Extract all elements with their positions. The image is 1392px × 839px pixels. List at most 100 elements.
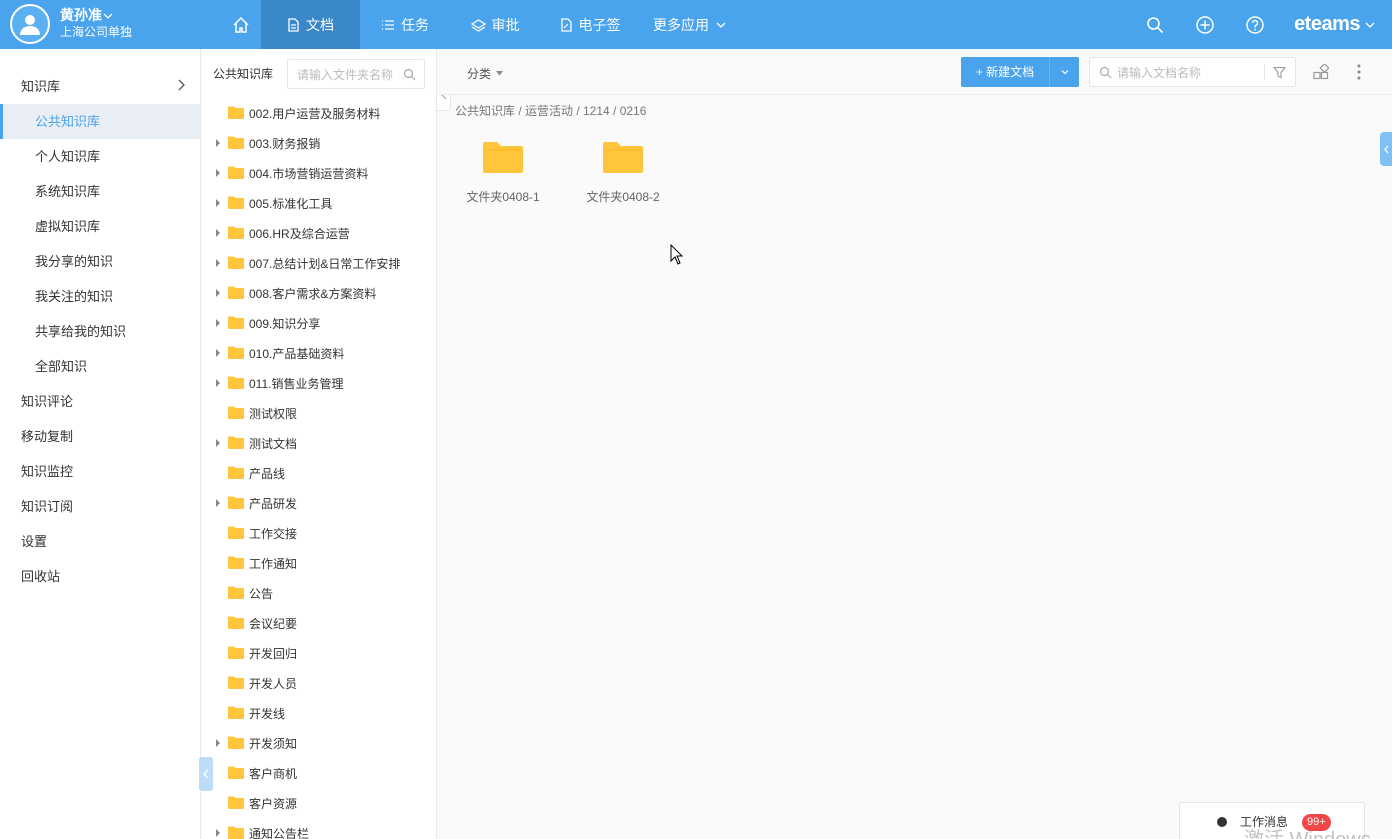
collapse-sidebar-button[interactable] (199, 757, 213, 791)
tree-folder-item[interactable]: 005.标准化工具 (201, 188, 437, 218)
tree-folder-item[interactable]: 客户商机 (201, 758, 437, 788)
sidebar-item-my-shared[interactable]: 我分享的知识 (0, 244, 200, 279)
expand-caret-icon[interactable] (216, 259, 220, 267)
sidebar-item-label: 移动复制 (21, 429, 74, 444)
tree-folder-item[interactable]: 011.销售业务管理 (201, 368, 437, 398)
expand-caret-icon[interactable] (216, 829, 220, 837)
tree-folder-item[interactable]: 公告 (201, 578, 437, 608)
expand-caret-icon[interactable] (216, 319, 220, 327)
folder-item[interactable]: 文件夹0408-2 (575, 140, 671, 205)
tree-folder-item[interactable]: 产品研发 (201, 488, 437, 518)
expand-caret-icon[interactable] (216, 169, 220, 177)
tree-folder-item[interactable]: 测试文档 (201, 428, 437, 458)
sidebar-item-move-copy[interactable]: 移动复制 (0, 419, 200, 454)
nav-more-apps[interactable]: 更多应用 (640, 0, 740, 49)
main-toolbar: 分类 + 新建文档 请输入文档名称 (437, 49, 1392, 95)
tree-folder-label: 011.销售业务管理 (249, 376, 344, 391)
new-document-dropdown[interactable] (1050, 67, 1079, 77)
tree-folder-item[interactable]: 工作交接 (201, 518, 437, 548)
tree-folder-label: 客户资源 (249, 796, 298, 811)
folder-tree-panel: 公共知识库 请输入文件夹名称 002.用户运营及服务材料 003.财务报销 004.… (201, 49, 437, 839)
caret-down-icon (496, 71, 504, 76)
expand-caret-icon[interactable] (216, 499, 220, 507)
tree-folder-item[interactable]: 会议纪要 (201, 608, 437, 638)
tree-folder-item[interactable]: 开发线 (201, 698, 437, 728)
folder-icon (228, 796, 244, 812)
sidebar-item-monitor[interactable]: 知识监控 (0, 454, 200, 489)
sidebar-item-my-followed[interactable]: 我关注的知识 (0, 279, 200, 314)
category-dropdown[interactable]: 分类 (467, 65, 504, 82)
help-button[interactable] (1230, 0, 1280, 49)
sidebar-item-comments[interactable]: 知识评论 (0, 384, 200, 419)
folder-icon (228, 166, 244, 182)
nav-home[interactable] (221, 0, 261, 49)
tree-folder-item[interactable]: 002.用户运营及服务材料 (201, 98, 437, 128)
side-panel-toggle[interactable] (1380, 132, 1392, 166)
nav-docs[interactable]: 文档 (261, 0, 360, 49)
sidebar: 知识库 公共知识库 个人知识库 系统知识库 虚拟知识库 我分享的知识 我关注的知… (0, 49, 201, 839)
expand-caret-icon[interactable] (216, 349, 220, 357)
tree-folder-item[interactable]: 客户资源 (201, 788, 437, 818)
tree-folder-item[interactable]: 007.总结计划&日常工作安排 (201, 248, 437, 278)
search-icon (403, 68, 416, 81)
expand-caret-icon[interactable] (216, 289, 220, 297)
expand-caret-icon[interactable] (216, 229, 220, 237)
user-company: 上海公司单独 (60, 25, 133, 39)
sidebar-item-knowledge-base[interactable]: 知识库 (0, 69, 200, 104)
folder-search-input[interactable]: 请输入文件夹名称 (287, 59, 425, 89)
tree-folder-item[interactable]: 产品线 (201, 458, 437, 488)
sidebar-item-label: 知识评论 (21, 394, 74, 409)
expand-caret-icon[interactable] (216, 439, 220, 447)
view-mode-button[interactable] (1313, 62, 1330, 83)
expand-caret-icon[interactable] (216, 139, 220, 147)
more-options-button[interactable] (1357, 64, 1361, 83)
folder-icon (228, 436, 244, 452)
sidebar-item-recycle-bin[interactable]: 回收站 (0, 559, 200, 594)
sidebar-item-system-kb[interactable]: 系统知识库 (0, 174, 200, 209)
tree-folder-item[interactable]: 工作通知 (201, 548, 437, 578)
sidebar-item-public-kb[interactable]: 公共知识库 (0, 104, 200, 139)
nav-approval[interactable]: 审批 (450, 0, 540, 49)
tree-folder-item[interactable]: 测试权限 (201, 398, 437, 428)
sidebar-item-subscribe[interactable]: 知识订阅 (0, 489, 200, 524)
sidebar-item-virtual-kb[interactable]: 虚拟知识库 (0, 209, 200, 244)
tree-folder-label: 工作通知 (249, 556, 298, 571)
sidebar-item-all-knowledge[interactable]: 全部知识 (0, 349, 200, 384)
activation-watermark: 激活 Windows (1244, 823, 1371, 839)
sidebar-item-label: 共享给我的知识 (35, 324, 127, 339)
new-document-button[interactable]: + 新建文档 (961, 57, 1079, 87)
sidebar-item-shared-with-me[interactable]: 共享给我的知识 (0, 314, 200, 349)
nav-esign[interactable]: 电子签 (540, 0, 640, 49)
expand-caret-icon[interactable] (216, 739, 220, 747)
chevron-down-icon (103, 13, 113, 19)
tree-folder-item[interactable]: 004.市场营销运营资料 (201, 158, 437, 188)
chevron-down-icon (1365, 22, 1375, 28)
tree-folder-item[interactable]: 009.知识分享 (201, 308, 437, 338)
tree-folder-item[interactable]: 003.财务报销 (201, 128, 437, 158)
tree-folder-item[interactable]: 开发回归 (201, 638, 437, 668)
document-icon (288, 17, 299, 32)
breadcrumb[interactable]: 公共知识库 / 运营活动 / 1214 / 0216 (455, 102, 646, 119)
tree-folder-item[interactable]: 006.HR及综合运营 (201, 218, 437, 248)
sidebar-item-settings[interactable]: 设置 (0, 524, 200, 559)
global-search-button[interactable] (1130, 0, 1180, 49)
expand-caret-icon[interactable] (216, 379, 220, 387)
document-search-input[interactable]: 请输入文档名称 (1089, 57, 1296, 87)
sidebar-item-label: 知识库 (21, 79, 61, 94)
expand-caret-icon[interactable] (216, 199, 220, 207)
tree-folder-item[interactable]: 通知公告栏 (201, 818, 437, 839)
folder-item[interactable]: 文件夹0408-1 (455, 140, 551, 205)
sidebar-item-label: 回收站 (21, 569, 61, 584)
tree-folder-item[interactable]: 开发须知 (201, 728, 437, 758)
create-button[interactable] (1180, 0, 1230, 49)
tree-folder-item[interactable]: 010.产品基础资料 (201, 338, 437, 368)
tree-folder-label: 004.市场营销运营资料 (249, 166, 369, 181)
sidebar-item-label: 我关注的知识 (35, 289, 114, 304)
tree-folder-item[interactable]: 008.客户需求&方案资料 (201, 278, 437, 308)
nav-tasks[interactable]: 任务 (360, 0, 450, 49)
brand-menu[interactable]: eteams (1294, 13, 1376, 36)
user-menu[interactable]: 黄孙准 上海公司单独 (10, 4, 132, 44)
sidebar-item-personal-kb[interactable]: 个人知识库 (0, 139, 200, 174)
filter-button[interactable] (1272, 66, 1287, 82)
tree-folder-item[interactable]: 开发人员 (201, 668, 437, 698)
